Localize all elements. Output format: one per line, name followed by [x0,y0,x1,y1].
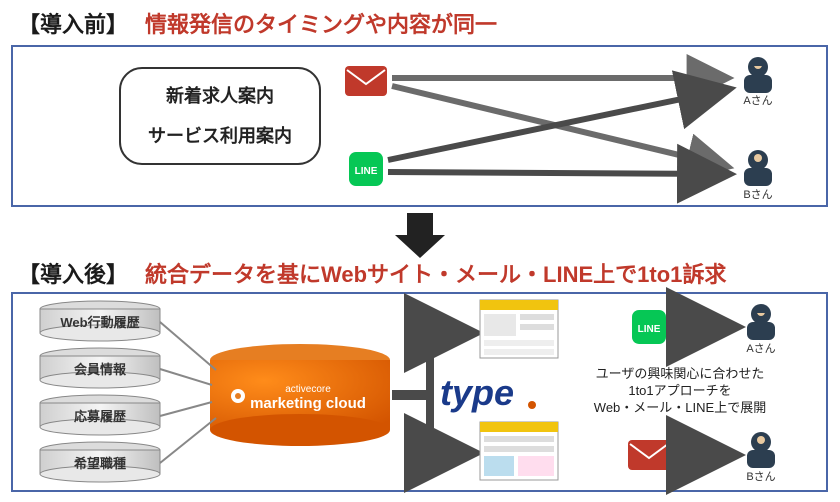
before-heading: 情報発信のタイミングや内容が同一 [145,12,497,37]
svg-text:LINE: LINE [638,324,661,335]
svg-text:marketing cloud: marketing cloud [250,395,366,412]
caption-line3: Web・メール・LINE上で展開 [594,400,766,415]
person-a-label: Aさん [743,94,772,107]
person-b-label: Bさん [746,470,775,483]
after-heading: 統合データを基にWebサイト・メール・LINE上で1to1訴求 [145,262,726,287]
arrow-line-to-b [388,172,725,174]
down-arrow-icon [395,213,445,258]
db-apply-history: 応募履歴 [40,395,160,435]
line-icon: LINE [632,310,666,344]
line-icon: LINE [349,152,383,186]
svg-text:希望職種: 希望職種 [74,456,126,471]
caption-line2: 1to1アプローチを [628,383,731,398]
source-box [120,68,320,164]
after-label: 【導入後】 [18,262,128,287]
svg-text:会員情報: 会員情報 [74,362,127,377]
db-web-history: Web行動履歴 [40,301,160,341]
person-a-label: Aさん [746,342,775,355]
mail-icon [345,66,387,96]
svg-text:LINE: LINE [355,166,378,177]
type-logo: type [440,372,514,413]
source-line1: 新着求人案内 [166,85,274,106]
svg-text:activecore: activecore [285,384,331,395]
db-member-info: 会員情報 [40,348,160,388]
caption-line1: ユーザの興味関心に合わせた [596,366,765,381]
website-thumb-bottom [480,422,558,480]
svg-text:応募履歴: 応募履歴 [74,409,126,424]
db-desired-job: 希望職種 [40,442,160,482]
marketing-cloud-cylinder: activecore marketing cloud [210,344,390,446]
mail-icon [628,440,670,470]
before-label: 【導入前】 [18,12,128,37]
source-line2: サービス利用案内 [148,125,292,146]
svg-text:Web行動履歴: Web行動履歴 [60,315,139,330]
person-b-label: Bさん [743,188,772,201]
website-thumb-top [480,300,558,358]
